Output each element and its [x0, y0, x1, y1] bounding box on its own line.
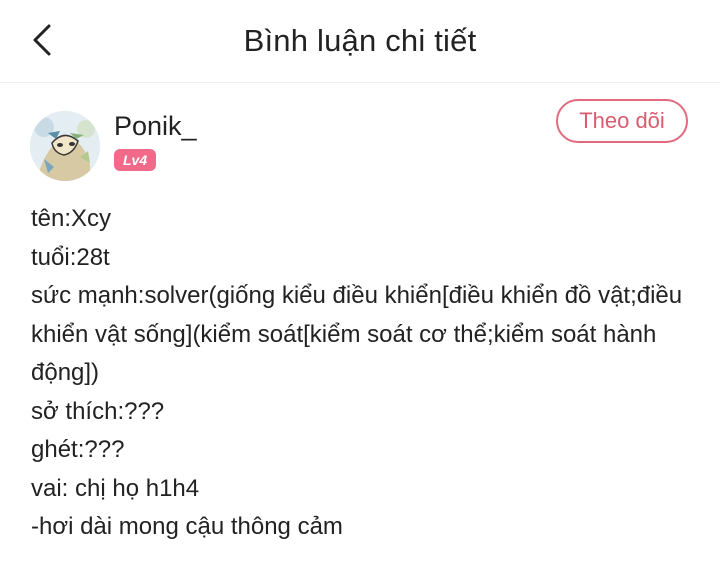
follow-button[interactable]: Theo dõi [556, 99, 688, 143]
comment-line: -hơi dài mong cậu thông cảm [31, 513, 343, 540]
author-row: Ponik_ Lv4 Theo dõi [0, 83, 720, 193]
level-badge: Lv4 [114, 149, 157, 171]
chevron-left-icon [33, 24, 51, 56]
comment-line: sở thích:??? [31, 397, 165, 425]
comment-detail-screen: Bình luận chi tiết Ponik_ Lv4 Theo dõi t… [0, 0, 720, 565]
comment-line: sức mạnh:solver(giống kiểu điều khiển[đi… [31, 282, 683, 386]
comment-line: tuổi:28t [31, 243, 110, 271]
header-bar: Bình luận chi tiết [0, 0, 720, 83]
comment-line: ghét:??? [31, 436, 125, 463]
username[interactable]: Ponik_ [114, 111, 197, 142]
avatar[interactable] [30, 111, 100, 181]
comment-line: vai: chị họ h1h4 [31, 474, 200, 502]
page-title: Bình luận chi tiết [243, 23, 477, 58]
comment-line: tên:Xcy [31, 205, 112, 232]
back-button[interactable] [22, 20, 62, 60]
avatar-image [30, 111, 100, 181]
comment-body: tên:Xcy tuổi:28t sức mạnh:solver(giống k… [31, 200, 691, 547]
